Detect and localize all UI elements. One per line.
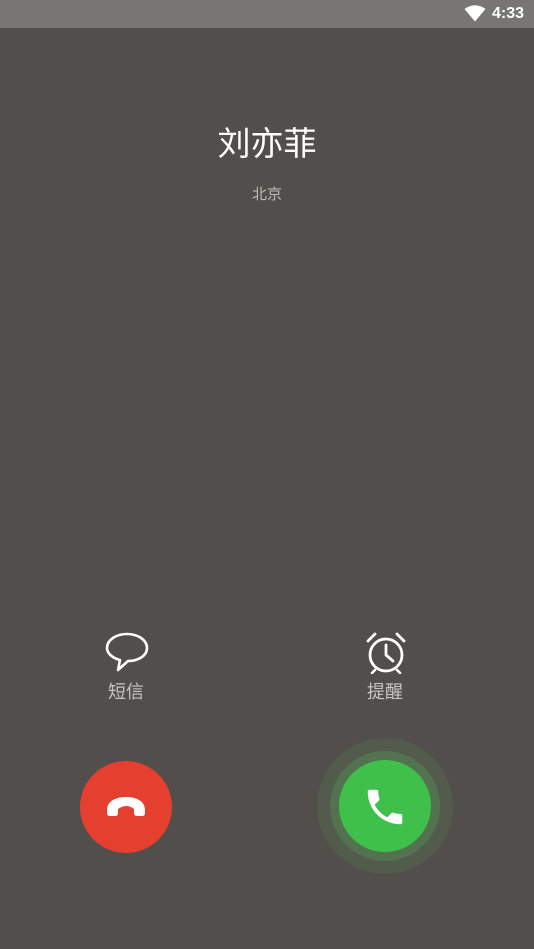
decline-button[interactable] xyxy=(80,761,172,853)
sms-label: 短信 xyxy=(108,682,144,703)
hang-up-icon xyxy=(107,797,145,816)
caller-name: 刘亦菲 xyxy=(217,124,317,163)
status-time: 4:33 xyxy=(492,5,525,22)
status-bar: 4:33 xyxy=(0,0,534,28)
caller-location: 北京 xyxy=(251,185,282,203)
sms-reply-button[interactable]: 短信 xyxy=(66,626,186,712)
answer-button[interactable] xyxy=(339,760,431,852)
alarm-clock-icon xyxy=(366,632,406,674)
speech-bubble-icon xyxy=(105,632,149,672)
phone-icon xyxy=(367,789,403,825)
wifi-icon xyxy=(464,5,486,22)
remind-label: 提醒 xyxy=(367,682,403,703)
remind-me-button[interactable]: 提醒 xyxy=(325,626,445,712)
